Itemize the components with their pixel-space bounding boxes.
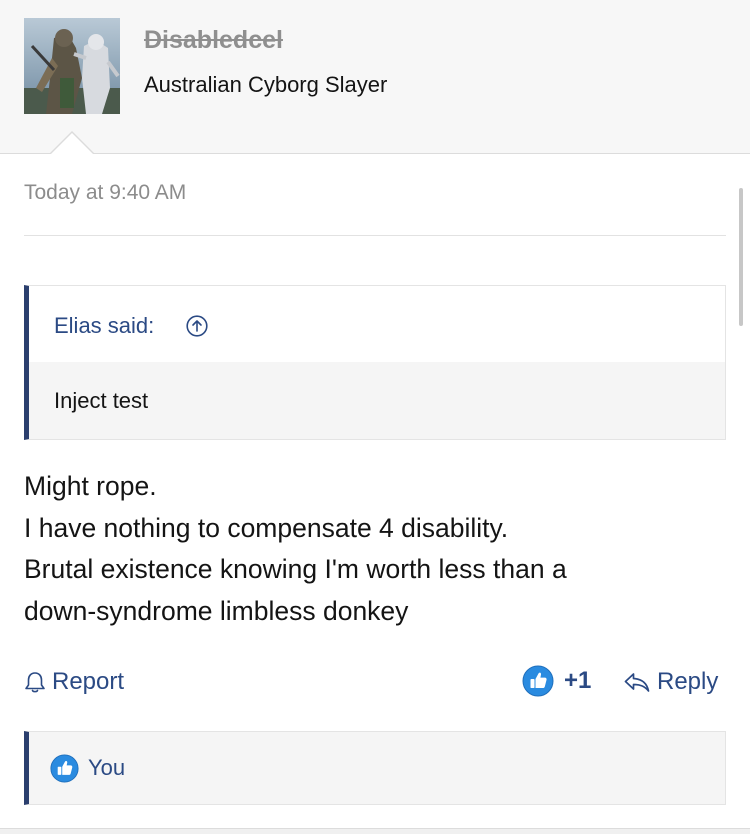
message-line: Might rope.	[24, 471, 157, 501]
report-button[interactable]: Report	[24, 667, 124, 697]
divider	[24, 235, 726, 236]
like-count: +1	[564, 667, 592, 694]
bell-icon	[25, 672, 45, 693]
message-line: Brutal existence knowing I'm worth less …	[24, 554, 567, 584]
likes-list-link[interactable]: You	[88, 755, 125, 781]
post-timestamp[interactable]: Today at 9:40 AM	[24, 181, 186, 205]
likes-bar: You	[24, 731, 726, 805]
quote-body: Inject test	[29, 362, 725, 439]
like-summary[interactable]: +1	[522, 665, 591, 697]
thumbs-up-icon	[50, 753, 79, 783]
message-line: down-syndrome limbless donkey	[24, 595, 409, 626]
quote-text: Inject test	[54, 388, 149, 413]
quote-block: Elias said: Inject test	[24, 285, 726, 440]
post-message: Might rope. I have nothing to compensate…	[24, 466, 724, 632]
username[interactable]: Disabledcel	[144, 26, 283, 55]
thumbs-up-icon	[522, 665, 554, 697]
quote-header: Elias said:	[29, 286, 725, 362]
reply-button[interactable]: Reply	[623, 667, 718, 697]
message-line: I have nothing to compensate 4 disabilit…	[24, 512, 509, 543]
avatar-image	[24, 18, 120, 114]
reply-label: Reply	[657, 668, 719, 695]
post-footer-border	[0, 828, 750, 834]
reply-arrow-icon	[624, 673, 650, 692]
scrollbar[interactable]	[739, 188, 743, 326]
header-pointer-fill	[50, 133, 94, 155]
arrow-up-circle-icon[interactable]	[186, 315, 208, 337]
post-header: Disabledcel Australian Cyborg Slayer	[0, 0, 750, 154]
quote-author-link[interactable]: Elias said:	[54, 313, 154, 339]
report-label: Report	[52, 668, 125, 695]
user-title: Australian Cyborg Slayer	[144, 72, 388, 97]
user-avatar[interactable]	[24, 18, 120, 114]
